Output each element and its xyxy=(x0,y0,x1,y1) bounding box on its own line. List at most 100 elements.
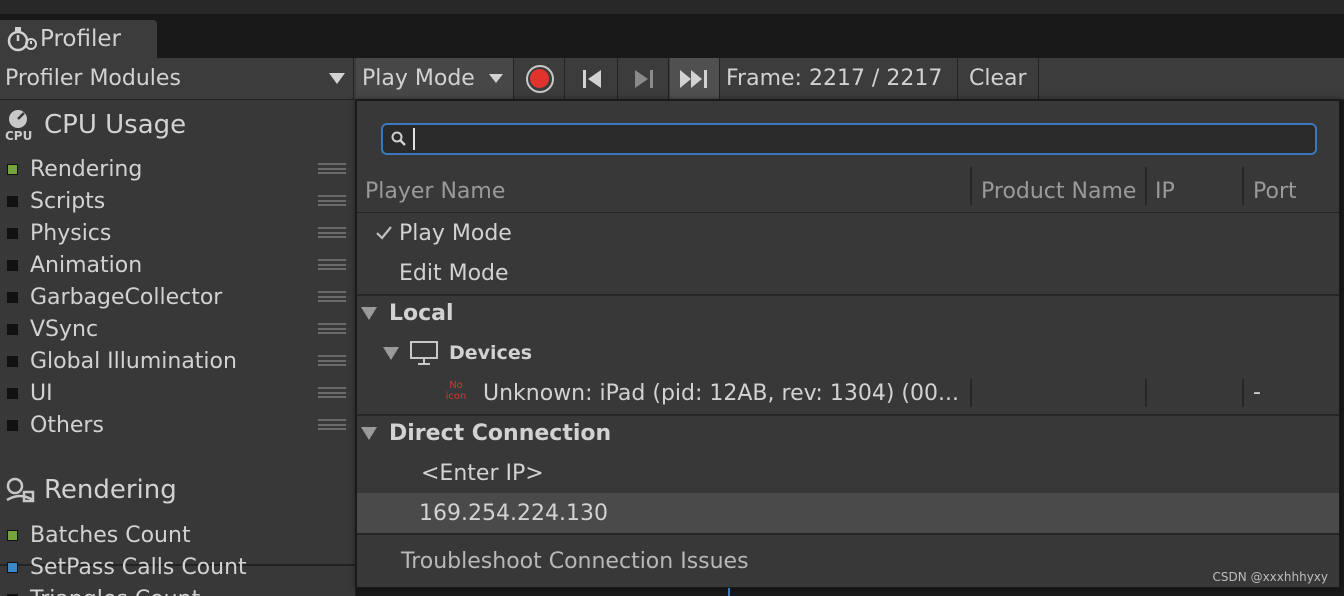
column-divider xyxy=(970,379,972,407)
current-frame-icon xyxy=(679,69,707,88)
column-player-name[interactable]: Player Name xyxy=(365,179,505,204)
foldout-arrow-icon[interactable] xyxy=(383,346,399,360)
watermark: CSDN @xxxhhhyxy xyxy=(1212,570,1328,584)
current-frame-button[interactable] xyxy=(670,58,720,99)
group-devices[interactable]: Devices xyxy=(357,333,1339,373)
search-field[interactable] xyxy=(381,123,1317,155)
drag-handle-icon[interactable] xyxy=(318,387,346,398)
rendering-icon xyxy=(6,477,35,503)
next-frame-button[interactable] xyxy=(619,58,669,99)
column-divider[interactable] xyxy=(1145,167,1147,205)
target-selector-label: Play Mode xyxy=(362,66,475,91)
series-color-swatch[interactable] xyxy=(7,529,18,541)
option-ip-entry-label: 169.254.224.130 xyxy=(419,500,608,526)
counter-row[interactable]: SetPass Calls Count xyxy=(0,551,356,583)
next-frame-icon xyxy=(634,69,653,88)
option-edit-mode[interactable]: Edit Mode xyxy=(357,253,1339,293)
counter-label: Physics xyxy=(30,220,112,246)
rendering-module-header[interactable]: Rendering xyxy=(0,474,177,506)
group-local[interactable]: Local xyxy=(357,293,1339,333)
column-product-name[interactable]: Product Name xyxy=(981,179,1136,204)
series-color-swatch[interactable] xyxy=(7,259,18,271)
drag-handle-icon[interactable] xyxy=(318,227,346,238)
tab-bar: Profiler xyxy=(0,14,1344,58)
option-edit-mode-label: Edit Mode xyxy=(399,260,509,286)
counter-label: UI xyxy=(30,380,53,406)
record-button[interactable] xyxy=(515,58,565,99)
column-divider[interactable] xyxy=(1242,167,1244,205)
drag-handle-icon[interactable] xyxy=(318,259,346,270)
counter-row[interactable]: Animation xyxy=(0,249,356,281)
column-port[interactable]: Port xyxy=(1253,179,1297,204)
tab-profiler[interactable]: Profiler xyxy=(0,20,157,58)
counter-label: VSync xyxy=(30,316,99,342)
clear-button[interactable]: Clear xyxy=(959,58,1039,99)
cpu-usage-icon: CPU xyxy=(5,110,32,142)
text-caret xyxy=(413,128,415,150)
monitor-icon xyxy=(410,341,438,365)
group-local-label: Local xyxy=(389,300,454,326)
option-enter-ip-label: <Enter IP> xyxy=(421,460,544,486)
counter-row[interactable]: UI xyxy=(0,377,356,409)
option-enter-ip[interactable]: <Enter IP> xyxy=(357,453,1339,493)
cpu-usage-module-header[interactable]: CPU CPU Usage xyxy=(0,108,186,142)
series-color-swatch[interactable] xyxy=(7,323,18,335)
counter-row[interactable]: Global Illumination xyxy=(0,345,356,377)
series-color-swatch[interactable] xyxy=(7,419,18,431)
target-selector-popup: Player Name Product Name IP Port Play Mo… xyxy=(356,100,1340,588)
counter-row[interactable]: Others xyxy=(0,409,356,441)
counter-label: Triangles Count xyxy=(30,587,200,596)
chart-marker xyxy=(728,588,730,596)
option-ip-entry[interactable]: 169.254.224.130 xyxy=(357,493,1339,533)
series-color-swatch[interactable] xyxy=(7,163,18,175)
counter-row[interactable]: GarbageCollector xyxy=(0,281,356,313)
counter-label: Rendering xyxy=(30,156,143,182)
troubleshoot-link[interactable]: Troubleshoot Connection Issues xyxy=(357,541,1339,581)
rendering-title: Rendering xyxy=(44,475,177,505)
series-color-swatch[interactable] xyxy=(7,227,18,239)
series-color-swatch[interactable] xyxy=(7,387,18,399)
group-direct-connection[interactable]: Direct Connection xyxy=(357,413,1339,453)
counter-row[interactable]: Triangles Count xyxy=(0,583,356,596)
device-row[interactable]: No icon Unknown: iPad (pid: 12AB, rev: 1… xyxy=(357,373,1339,413)
foldout-arrow-icon[interactable] xyxy=(361,426,377,440)
series-color-swatch[interactable] xyxy=(7,195,18,207)
checkmark-icon xyxy=(376,226,392,240)
counter-label: Scripts xyxy=(30,188,106,214)
series-color-swatch[interactable] xyxy=(7,355,18,367)
column-divider[interactable] xyxy=(970,167,972,205)
foldout-arrow-icon[interactable] xyxy=(361,306,377,320)
counter-label: Animation xyxy=(30,252,143,278)
search-icon xyxy=(391,131,406,146)
dropdown-arrow-icon xyxy=(489,74,503,83)
cpu-usage-title: CPU Usage xyxy=(44,110,187,140)
option-play-mode[interactable]: Play Mode xyxy=(357,213,1339,253)
series-color-swatch[interactable] xyxy=(7,561,18,573)
counter-row[interactable]: VSync xyxy=(0,313,356,345)
frame-counter-label: Frame: 2217 / 2217 xyxy=(726,66,943,91)
column-divider xyxy=(1145,379,1147,407)
column-ip[interactable]: IP xyxy=(1155,179,1175,204)
counter-row[interactable]: Rendering xyxy=(0,153,356,185)
drag-handle-icon[interactable] xyxy=(318,163,346,174)
counter-row[interactable]: Batches Count xyxy=(0,519,356,551)
drag-handle-icon[interactable] xyxy=(318,195,346,206)
drag-handle-icon[interactable] xyxy=(318,419,346,430)
player-table-header: Player Name Product Name IP Port xyxy=(357,167,1339,213)
drag-handle-icon[interactable] xyxy=(318,291,346,302)
series-color-swatch[interactable] xyxy=(7,291,18,303)
target-selector-dropdown[interactable]: Play Mode xyxy=(356,58,514,99)
record-icon xyxy=(525,64,554,93)
profiler-toolbar: Profiler Modules Play Mode Frame: 2217 /… xyxy=(0,58,1344,100)
previous-frame-button[interactable] xyxy=(566,58,618,99)
counter-row[interactable]: Scripts xyxy=(0,185,356,217)
tab-label: Profiler xyxy=(40,26,121,52)
option-play-mode-label: Play Mode xyxy=(399,220,512,246)
drag-handle-icon[interactable] xyxy=(318,355,346,366)
counter-row[interactable]: Physics xyxy=(0,217,356,249)
profiler-modules-label: Profiler Modules xyxy=(5,66,181,91)
counter-label: Others xyxy=(30,412,104,438)
device-port: - xyxy=(1253,380,1261,405)
profiler-modules-dropdown[interactable]: Profiler Modules xyxy=(0,58,354,99)
drag-handle-icon[interactable] xyxy=(318,323,346,334)
